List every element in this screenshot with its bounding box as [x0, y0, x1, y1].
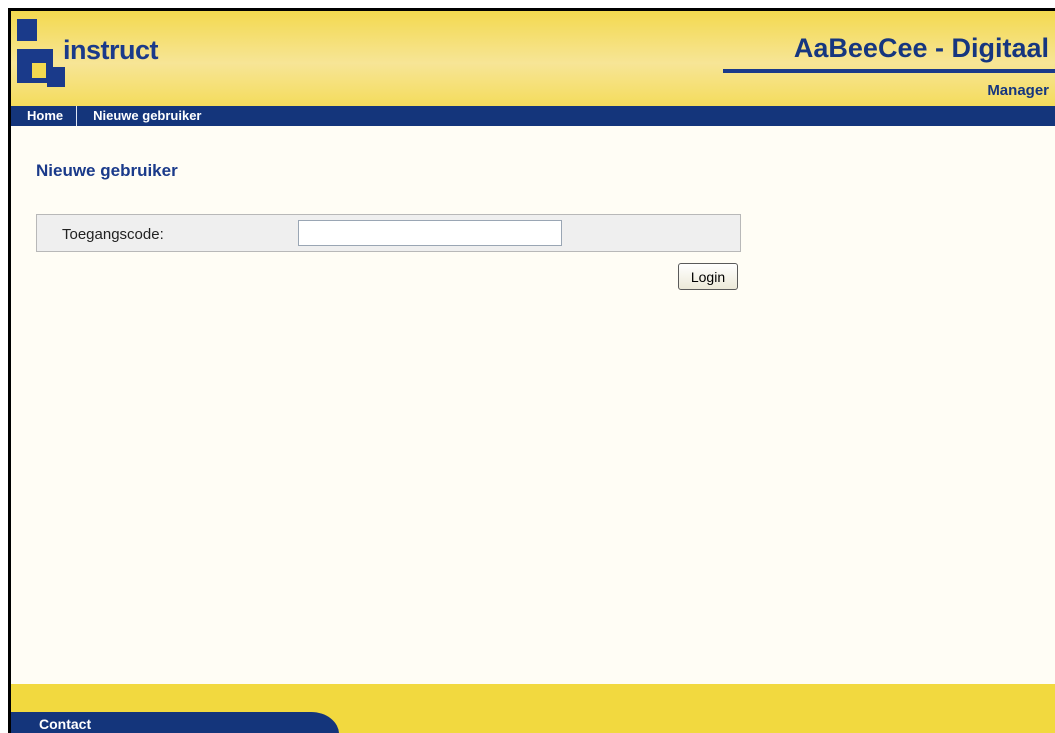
toegangscode-label: Toegangscode: [62, 226, 164, 243]
app-subtitle: Manager [987, 82, 1049, 99]
login-button[interactable]: Login [678, 263, 738, 290]
app-title: AaBeeCee - Digitaal [793, 33, 1049, 63]
title-divider [723, 69, 1055, 73]
page-title: Nieuwe gebruiker [36, 161, 178, 180]
logo-square-top [17, 19, 37, 41]
nav-item-nieuwe-gebruiker[interactable]: Nieuwe gebruiker [77, 106, 214, 126]
page-frame: instruct AaBeeCee - Digitaal Manager Hom… [8, 8, 1055, 733]
login-form-row: Toegangscode: [36, 214, 741, 252]
header: instruct AaBeeCee - Digitaal Manager [11, 11, 1055, 106]
toegangscode-input[interactable] [298, 220, 562, 246]
contact-link[interactable]: Contact [39, 716, 91, 732]
logo-square-small [47, 67, 65, 87]
logo-square-cutout [32, 63, 46, 78]
top-navigation: Home Nieuwe gebruiker [11, 106, 1055, 126]
nav-item-home[interactable]: Home [11, 106, 76, 126]
footer-tab: Contact [11, 712, 339, 733]
logo-text: instruct [63, 35, 159, 65]
